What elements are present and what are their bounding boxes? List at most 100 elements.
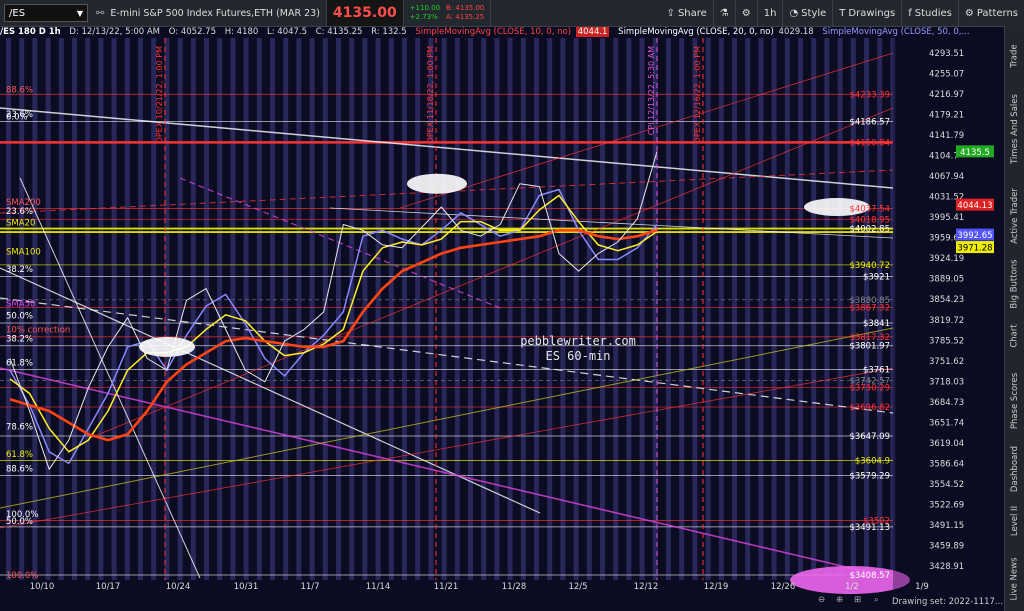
session-stripe bbox=[520, 38, 526, 580]
gear-icon: ⚙ bbox=[741, 7, 751, 19]
x-axis-tick: 10/10 bbox=[30, 582, 55, 592]
sidebar-tab-phase-scores[interactable]: Phase Scores bbox=[1005, 366, 1024, 436]
sma20-study[interactable]: SimpleMovingAvg (CLOSE, 20, 0, no) bbox=[618, 27, 774, 37]
bar-range: R: 132.5 bbox=[371, 27, 407, 37]
x-axis-tick: 10/17 bbox=[96, 582, 121, 592]
drawing-set-label[interactable]: Drawing set: 2022-1117... bbox=[892, 597, 1003, 607]
last-price: 4135.00 bbox=[332, 5, 397, 21]
y-axis-tick: 3854.23 bbox=[929, 295, 964, 305]
x-axis-tick: 12/12 bbox=[634, 582, 659, 592]
y-axis-tick: 3554.52 bbox=[929, 480, 964, 490]
fib-label: 88.6% bbox=[6, 464, 33, 474]
flask-button[interactable]: ⚗ bbox=[714, 0, 736, 26]
fib-label: 88.6% bbox=[6, 85, 33, 95]
bar-open: O: 4052.75 bbox=[168, 27, 216, 37]
magnifier-icon[interactable]: ⌕ bbox=[874, 595, 879, 605]
session-stripe bbox=[72, 38, 77, 580]
fib-label: 38.2% bbox=[6, 334, 33, 344]
chart-header: /ES 180 D 1h bbox=[0, 27, 61, 37]
session-stripe bbox=[758, 38, 764, 580]
sidebar-tab-active-trader[interactable]: Active Trader bbox=[1005, 186, 1024, 246]
sidebar-tab-label: Live News bbox=[1010, 556, 1020, 601]
session-stripe bbox=[705, 38, 711, 580]
session-stripe bbox=[824, 38, 830, 580]
sidebar-tab-times-and-sales[interactable]: Times And Sales bbox=[1005, 84, 1024, 174]
bar-close: C: 4135.25 bbox=[315, 27, 363, 37]
style-icon: ◔ bbox=[789, 7, 799, 19]
drawings-button[interactable]: T Drawings bbox=[833, 0, 903, 26]
patterns-icon: ⚙ bbox=[964, 7, 974, 19]
fib-label: 61.8% bbox=[6, 358, 33, 368]
right-sidebar: Trade Times And Sales Active Trader Big But… bbox=[1004, 26, 1024, 611]
session-stripe bbox=[639, 38, 645, 580]
sidebar-tab-chart[interactable]: Chart bbox=[1005, 316, 1024, 356]
settings-button[interactable]: ⚙ bbox=[736, 0, 758, 26]
x-axis-tick: 12/19 bbox=[704, 582, 729, 592]
sma50-study[interactable]: SimpleMovingAvg (CLOSE, 50, 0,... bbox=[822, 27, 969, 37]
studies-button[interactable]: f Studies bbox=[902, 0, 959, 26]
session-stripe bbox=[283, 38, 289, 580]
price-badge-text: 3992.65 bbox=[957, 231, 992, 241]
bar-date: D: 12/13/22, 5:00 AM bbox=[69, 27, 161, 37]
symbol-selector[interactable]: /ES ▼ bbox=[4, 4, 88, 22]
session-stripe bbox=[58, 38, 64, 580]
y-axis-tick: 4216.97 bbox=[929, 90, 964, 100]
y-axis-tick: 3459.89 bbox=[929, 541, 964, 551]
price-badge: 4135.5 bbox=[956, 145, 994, 158]
bar-high: H: 4180 bbox=[224, 27, 259, 37]
price-badge-text: 4044.13 bbox=[957, 201, 992, 211]
sidebar-tab-live-news[interactable]: Live News bbox=[1005, 551, 1024, 606]
level-price-label: $3408.57 bbox=[849, 571, 890, 581]
fib-label: 78.6% bbox=[6, 422, 33, 432]
event-label: CPI 12/13/22, 5:30 AM bbox=[647, 46, 656, 135]
session-stripe bbox=[138, 38, 143, 580]
sidebar-tab-trade[interactable]: Trade bbox=[1005, 36, 1024, 76]
x-axis-tick: 11/28 bbox=[502, 582, 527, 592]
y-axis-tick: 3889.05 bbox=[929, 275, 964, 285]
y-axis-tick: 3785.52 bbox=[929, 336, 964, 346]
session-stripe bbox=[837, 38, 843, 580]
y-axis-tick: 3819.72 bbox=[929, 316, 964, 326]
fib-label: 23.6% bbox=[6, 207, 33, 217]
sidebar-tab-label: Trade bbox=[1010, 44, 1020, 68]
event-label: OPEX 11/18/22, 1:00 PM bbox=[426, 46, 435, 144]
zoom-out-icon[interactable]: ⊖ bbox=[818, 595, 825, 605]
studies-icon: f bbox=[908, 7, 912, 19]
level-price-label: $3647.09 bbox=[849, 432, 890, 442]
session-stripe bbox=[111, 38, 117, 580]
sma10-study[interactable]: SimpleMovingAvg (CLOSE, 10, 0, no) bbox=[415, 27, 571, 37]
x-axis-tick: 10/24 bbox=[166, 582, 191, 592]
session-stripe bbox=[388, 38, 394, 580]
style-button[interactable]: ◔ Style bbox=[783, 0, 834, 26]
price-badge: 3992.65 bbox=[956, 228, 994, 241]
session-stripe bbox=[256, 38, 262, 580]
zoom-in-icon[interactable]: ⊕ bbox=[836, 595, 843, 605]
level-price-label: $3491.13 bbox=[849, 523, 890, 533]
price-chart[interactable]: OPEX 10/21/22, 1:00 PM OPEX 11/18/22, 1:0… bbox=[0, 38, 1004, 594]
toolbar: /ES ▼ ⚯ E-mini S&P 500 Index Futures,ETH… bbox=[0, 0, 1024, 27]
bottom-bar: ⊖ ⊕ ⊞ ⌕ Drawing set: 2022-1117... bbox=[0, 594, 1004, 611]
x-axis-tick: 11/14 bbox=[366, 582, 391, 592]
level-price-label: $4037.54 bbox=[849, 204, 890, 214]
fib-label: 0.0% bbox=[6, 113, 28, 123]
fib-label: SMA20 bbox=[6, 218, 35, 228]
study-status-line: /ES 180 D 1h D: 12/13/22, 5:00 AM O: 405… bbox=[0, 27, 1000, 38]
share-label: Share bbox=[677, 7, 707, 19]
share-icon: ⇪ bbox=[666, 7, 675, 19]
session-stripe bbox=[784, 38, 790, 580]
sidebar-tab-level-ii[interactable]: Level II bbox=[1005, 501, 1024, 541]
patterns-button[interactable]: ⚙ Patterns bbox=[959, 0, 1024, 26]
sidebar-tab-dashboard[interactable]: Dashboard bbox=[1005, 445, 1024, 491]
fib-label: 100.0% bbox=[6, 571, 38, 581]
sidebar-tab-big-buttons[interactable]: Big Buttons bbox=[1005, 256, 1024, 311]
event-label: OPEX 12/16/22, 1:00 PM bbox=[693, 46, 702, 144]
session-stripe bbox=[190, 38, 196, 580]
y-axis-tick: 4255.07 bbox=[929, 70, 964, 80]
timeframe-button[interactable]: 1h bbox=[758, 0, 784, 26]
y-axis-tick: 3751.62 bbox=[929, 357, 964, 367]
link-icon[interactable]: ⚯ bbox=[96, 8, 104, 19]
share-button[interactable]: ⇪ Share bbox=[661, 0, 714, 26]
crosshair-icon[interactable]: ⊞ bbox=[854, 595, 861, 605]
level-price-label: $3801.97 bbox=[849, 342, 890, 352]
y-axis-tick: 3491.15 bbox=[929, 521, 964, 531]
